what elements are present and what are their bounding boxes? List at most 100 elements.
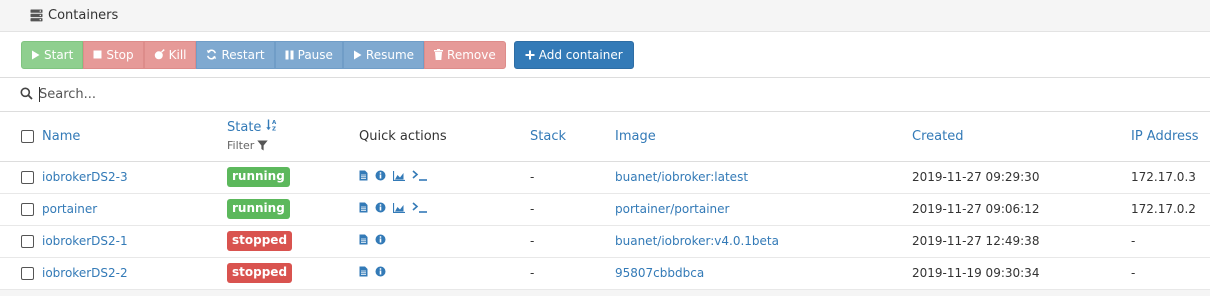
sort-alpha-icon: AZ [265, 119, 278, 135]
search-icon [20, 87, 33, 103]
image-link[interactable]: portainer/portainer [615, 202, 729, 216]
sort-by-ip[interactable]: IP Address [1131, 129, 1199, 144]
restart-label: Restart [221, 47, 265, 62]
resume-button[interactable]: Resume [342, 40, 425, 69]
stop-icon [93, 50, 102, 59]
play-icon [353, 50, 362, 60]
sort-by-stack[interactable]: Stack [530, 129, 566, 144]
add-container-button[interactable]: Add container [513, 40, 634, 69]
stack-cell: - [530, 202, 535, 216]
pause-icon [285, 50, 294, 60]
table-row: iobrokerDS2-2 stopped - 95807cbbdbca 201… [0, 257, 1210, 289]
stats-icon[interactable] [393, 202, 405, 213]
console-icon[interactable] [412, 202, 428, 213]
sort-by-name[interactable]: Name [42, 129, 80, 144]
containers-table: Name State AZ Filter Quick actions Stack… [0, 112, 1210, 290]
plus-icon [525, 50, 535, 60]
container-name-link[interactable]: portainer [42, 202, 97, 216]
state-filter-label: Filter [227, 138, 255, 152]
ip-cell: 172.17.0.2 [1131, 202, 1196, 216]
container-name-link[interactable]: iobrokerDS2-2 [42, 266, 128, 280]
pause-label: Pause [297, 47, 333, 62]
status-badge: stopped [227, 263, 293, 283]
remove-button[interactable]: Remove [424, 40, 506, 69]
image-link[interactable]: buanet/iobroker:latest [615, 170, 748, 184]
name-column-header: Name [0, 112, 227, 161]
row-checkbox[interactable] [21, 266, 34, 280]
stop-button[interactable]: Stop [83, 40, 144, 69]
status-badge: stopped [227, 231, 293, 251]
sort-by-image[interactable]: Image [615, 129, 656, 144]
stack-cell: - [530, 266, 535, 280]
sort-by-created[interactable]: Created [912, 129, 963, 144]
actions-toolbar: Start Stop Kill Restart Pause Resume Rem… [0, 32, 1210, 78]
quick-actions-column-header: Quick actions [359, 128, 447, 144]
image-link[interactable]: 95807cbbdbca [615, 266, 704, 280]
ip-cell: 172.17.0.3 [1131, 170, 1196, 184]
row-checkbox[interactable] [21, 234, 34, 248]
svg-text:Z: Z [272, 126, 276, 131]
quick-actions [359, 234, 386, 245]
ip-cell: - [1131, 266, 1136, 280]
logs-icon[interactable] [359, 234, 368, 245]
filter-icon [257, 140, 268, 151]
state-filter[interactable]: Filter [227, 138, 359, 154]
container-name-link[interactable]: iobrokerDS2-3 [42, 170, 128, 184]
created-cell: 2019-11-27 09:29:30 [912, 170, 1040, 184]
server-icon [30, 9, 43, 22]
start-label: Start [44, 47, 74, 62]
created-cell: 2019-11-27 12:49:38 [912, 234, 1040, 248]
info-icon[interactable] [375, 266, 386, 277]
svg-text:A: A [272, 120, 277, 126]
select-all-checkbox[interactable] [21, 129, 34, 143]
info-icon[interactable] [375, 202, 386, 213]
created-column-header: Created [912, 112, 1131, 161]
row-checkbox[interactable] [21, 202, 34, 216]
info-icon[interactable] [375, 234, 386, 245]
stack-cell: - [530, 234, 535, 248]
play-icon [31, 50, 40, 60]
logs-icon[interactable] [359, 202, 368, 213]
stack-cell: - [530, 170, 535, 184]
kill-label: Kill [168, 47, 187, 62]
console-icon[interactable] [412, 170, 428, 181]
add-container-label: Add container [538, 47, 623, 62]
state-header-label: State [227, 119, 262, 135]
table-row: portainer running - portainer/portainer … [0, 193, 1210, 225]
search-input[interactable] [39, 87, 639, 102]
table-row: iobrokerDS2-3 running - buanet/iobroker:… [0, 161, 1210, 193]
trash-icon [434, 49, 444, 60]
quick-actions [359, 202, 428, 213]
table-header-row: Name State AZ Filter Quick actions Stack… [0, 112, 1210, 161]
pause-button[interactable]: Pause [274, 40, 343, 69]
start-button[interactable]: Start [21, 40, 84, 69]
status-badge: running [227, 199, 290, 219]
created-cell: 2019-11-19 09:30:34 [912, 266, 1040, 280]
bomb-icon [154, 49, 165, 60]
quick-actions [359, 266, 386, 277]
logs-icon[interactable] [359, 266, 368, 277]
ip-cell: - [1131, 234, 1136, 248]
table-row: iobrokerDS2-1 stopped - buanet/iobroker:… [0, 225, 1210, 257]
search-bar [0, 78, 1210, 112]
status-badge: running [227, 167, 290, 187]
kill-button[interactable]: Kill [143, 40, 197, 69]
stop-label: Stop [106, 47, 134, 62]
containers-panel: Containers Start Stop Kill Restart Pause [0, 0, 1210, 290]
refresh-icon [206, 49, 217, 60]
row-checkbox[interactable] [21, 170, 34, 184]
restart-button[interactable]: Restart [196, 40, 275, 69]
container-actions-group: Start Stop Kill Restart Pause Resume Rem… [21, 40, 506, 69]
resume-label: Resume [365, 47, 415, 62]
panel-title: Containers [48, 8, 119, 23]
ip-column-header: IP Address [1131, 112, 1210, 161]
image-column-header: Image [615, 112, 912, 161]
panel-header: Containers [0, 0, 1210, 32]
image-link[interactable]: buanet/iobroker:v4.0.1beta [615, 234, 779, 248]
stats-icon[interactable] [393, 170, 405, 181]
created-cell: 2019-11-27 09:06:12 [912, 202, 1040, 216]
container-name-link[interactable]: iobrokerDS2-1 [42, 234, 128, 248]
sort-by-state[interactable]: State AZ [227, 119, 278, 135]
info-icon[interactable] [375, 170, 386, 181]
logs-icon[interactable] [359, 170, 368, 181]
